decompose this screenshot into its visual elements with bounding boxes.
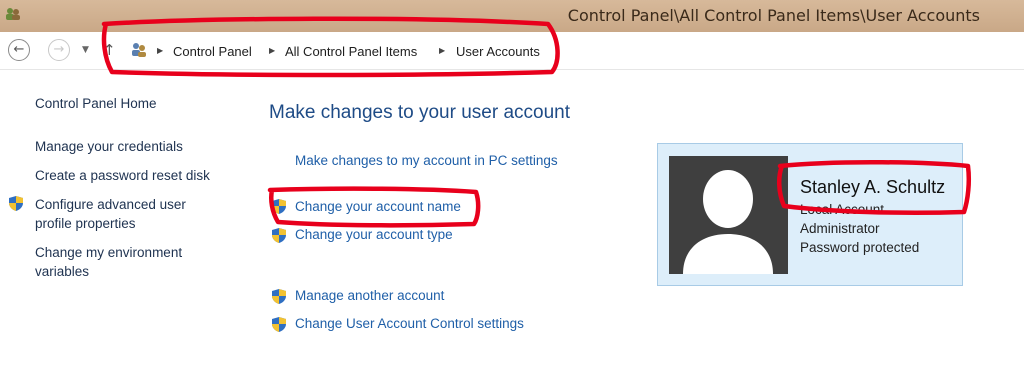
page-heading: Make changes to your user account xyxy=(269,102,571,123)
uac-shield-icon xyxy=(272,228,286,243)
task-change-account-type-link[interactable]: Change your account type xyxy=(295,227,453,242)
account-password-status: Password protected xyxy=(800,240,920,255)
uac-shield-icon xyxy=(272,289,286,304)
sidebar-item-advanced-profile[interactable]: Configure advanced user profile properti… xyxy=(35,195,215,233)
arrow-left-icon: ← xyxy=(13,42,25,57)
sidebar-item-password-reset-disk[interactable]: Create a password reset disk xyxy=(35,166,210,185)
account-role: Administrator xyxy=(800,221,880,236)
breadcrumb-control-panel[interactable]: Control Panel xyxy=(173,44,252,59)
user-accounts-icon xyxy=(6,8,20,20)
back-button[interactable]: ← xyxy=(8,39,30,61)
address-bar: ← → ▼ ↑ ▶ Control Panel ▶ All Control Pa… xyxy=(0,32,1024,70)
user-accounts-breadcrumb-icon xyxy=(132,43,146,57)
task-change-account-name-link[interactable]: Change your account name xyxy=(295,199,461,214)
task-uac-settings-link[interactable]: Change User Account Control settings xyxy=(295,316,524,331)
uac-shield-icon xyxy=(272,199,286,214)
forward-button[interactable]: → xyxy=(48,39,70,61)
breadcrumb-all-items[interactable]: All Control Panel Items xyxy=(285,44,417,59)
sidebar-item-manage-credentials[interactable]: Manage your credentials xyxy=(35,137,183,156)
title-bar: Control Panel\All Control Panel Items\Us… xyxy=(0,0,1024,32)
user-silhouette-icon xyxy=(669,156,788,274)
sidebar-item-environment-variables[interactable]: Change my environment variables xyxy=(35,243,200,281)
uac-shield-icon xyxy=(9,196,23,211)
uac-shield-icon xyxy=(272,317,286,332)
avatar xyxy=(669,156,788,274)
account-name: Stanley A. Schultz xyxy=(800,177,946,197)
breadcrumb-separator-icon[interactable]: ▶ xyxy=(439,46,445,55)
account-type: Local Account xyxy=(800,202,885,217)
breadcrumb-separator-icon[interactable]: ▶ xyxy=(157,46,163,55)
breadcrumb-user-accounts[interactable]: User Accounts xyxy=(456,44,540,59)
up-arrow-icon[interactable]: ↑ xyxy=(103,41,116,59)
breadcrumb-separator-icon[interactable]: ▶ xyxy=(269,46,275,55)
task-manage-another-account-link[interactable]: Manage another account xyxy=(295,288,444,303)
arrow-right-icon: → xyxy=(53,42,65,57)
sidebar-item-control-panel-home[interactable]: Control Panel Home xyxy=(35,94,157,113)
recent-locations-dropdown-icon[interactable]: ▼ xyxy=(82,45,89,55)
window-title: Control Panel\All Control Panel Items\Us… xyxy=(567,6,980,25)
task-pc-settings-link[interactable]: Make changes to my account in PC setting… xyxy=(295,153,558,168)
